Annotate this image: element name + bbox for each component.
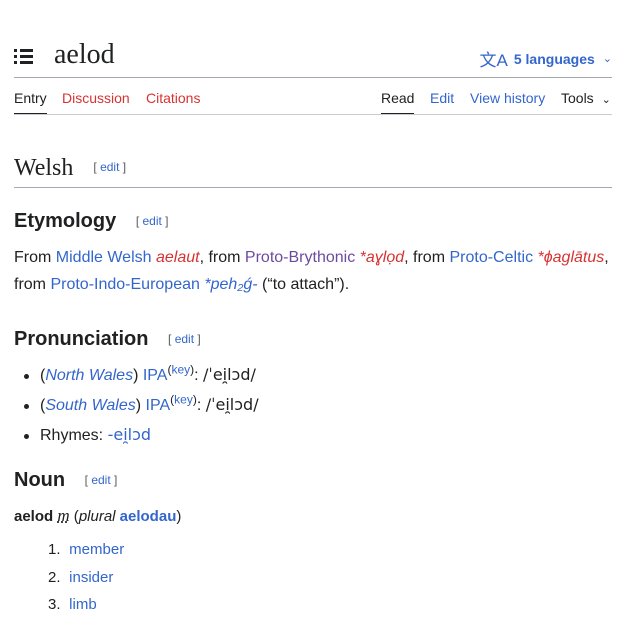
link-proto-indo-european[interactable]: Proto-Indo-European bbox=[50, 276, 199, 293]
sense-link[interactable]: limb bbox=[69, 596, 97, 613]
language-divider bbox=[14, 187, 612, 188]
list-item: 1. member bbox=[48, 541, 125, 558]
chevron-down-icon: ⌄ bbox=[602, 53, 612, 65]
link-middle-welsh[interactable]: Middle Welsh bbox=[56, 249, 152, 266]
headword: aelod bbox=[14, 508, 54, 525]
rhymes-label: Rhymes: bbox=[40, 427, 104, 444]
list-item: 2. insider bbox=[48, 568, 114, 586]
plural-label: plural bbox=[78, 508, 116, 525]
language-heading: Welsh [ edit ] bbox=[14, 153, 126, 182]
pronunciation-list: (North Wales) IPA(key): /ˈei̯lɔd/ (South… bbox=[24, 363, 259, 453]
edit-link[interactable]: edit bbox=[100, 160, 119, 174]
edit-section-noun: [ edit ] bbox=[84, 473, 118, 487]
text: , from bbox=[404, 249, 450, 266]
link-rhymes[interactable]: -ei̯lɔd bbox=[108, 425, 151, 444]
tools-label: Tools bbox=[561, 90, 594, 106]
link-plural[interactable]: aelodau bbox=[120, 508, 177, 525]
link-south-wales[interactable]: South Wales bbox=[45, 397, 135, 414]
term-aelaut[interactable]: aelaut bbox=[156, 249, 200, 266]
term-proto-brythonic[interactable]: *aɣlọd bbox=[360, 249, 405, 266]
link-ipa[interactable]: IPA bbox=[143, 367, 168, 384]
etymology-heading: Etymology [ edit ] bbox=[14, 209, 169, 233]
list-item: (North Wales) IPA(key): /ˈei̯lɔd/ bbox=[24, 363, 259, 393]
tabs-divider bbox=[14, 114, 612, 115]
pronunciation-heading-text: Pronunciation bbox=[14, 328, 149, 350]
headword-line: aelod m (plural aelodau) bbox=[14, 506, 182, 525]
language-selector-button[interactable]: 文A 5 languages ⌄ bbox=[480, 46, 612, 71]
edit-section-welsh: [ edit ] bbox=[93, 160, 127, 174]
gender: m bbox=[57, 506, 70, 525]
tab-view-history[interactable]: View history bbox=[470, 89, 545, 113]
tab-edit[interactable]: Edit bbox=[430, 89, 454, 113]
senses-list: 1. member 2. insider 3. limb bbox=[48, 538, 124, 621]
edit-section-etymology: [ edit ] bbox=[135, 214, 169, 228]
tools-menu[interactable]: Tools ⌄ bbox=[561, 89, 611, 115]
pronunciation-heading: Pronunciation [ edit ] bbox=[14, 327, 201, 351]
link-north-wales[interactable]: North Wales bbox=[45, 367, 133, 384]
link-ipa[interactable]: IPA bbox=[146, 397, 171, 414]
text: from bbox=[14, 276, 51, 293]
term-proto-indo-european[interactable]: *peh₂ǵ- bbox=[204, 276, 257, 293]
translate-icon: 文A bbox=[479, 51, 508, 70]
page-title: aelod bbox=[54, 39, 115, 70]
link-ipa-key[interactable]: key bbox=[174, 393, 193, 407]
text: , bbox=[604, 249, 609, 266]
link-proto-celtic[interactable]: Proto-Celtic bbox=[449, 249, 533, 266]
gloss: (“to attach”). bbox=[257, 276, 350, 293]
link-proto-brythonic[interactable]: Proto-Brythonic bbox=[245, 249, 355, 266]
title-divider bbox=[14, 77, 612, 78]
term-proto-celtic[interactable]: *ɸaglātus bbox=[538, 249, 605, 266]
ipa-transcription: /ˈei̯lɔd/ bbox=[205, 395, 259, 414]
edit-link[interactable]: edit bbox=[175, 332, 194, 346]
link-ipa-key[interactable]: key bbox=[171, 363, 190, 377]
text: , from bbox=[199, 249, 245, 266]
ipa-transcription: /ˈei̯lɔd/ bbox=[203, 365, 256, 384]
text: From bbox=[14, 249, 56, 266]
etymology-heading-text: Etymology bbox=[14, 210, 117, 232]
sense-link[interactable]: member bbox=[69, 541, 124, 558]
tab-citations[interactable]: Citations bbox=[146, 89, 200, 113]
languages-label: 5 languages bbox=[513, 50, 595, 67]
table-of-contents-icon[interactable] bbox=[14, 48, 34, 64]
title-row: aelod 文A 5 languages ⌄ bbox=[14, 38, 612, 76]
edit-link[interactable]: edit bbox=[91, 473, 110, 487]
list-item: (South Wales) IPA(key): /ˈei̯lɔd/ bbox=[24, 393, 259, 423]
list-item: 3. limb bbox=[48, 596, 97, 613]
chevron-down-icon: ⌄ bbox=[601, 94, 611, 106]
noun-heading-text: Noun bbox=[14, 469, 66, 491]
tab-read[interactable]: Read bbox=[381, 89, 415, 115]
tab-discussion[interactable]: Discussion bbox=[62, 89, 130, 113]
edit-section-pronunciation: [ edit ] bbox=[168, 332, 201, 346]
edit-link[interactable]: edit bbox=[142, 214, 161, 228]
tab-entry[interactable]: Entry bbox=[14, 89, 47, 115]
language-heading-text: Welsh bbox=[14, 155, 74, 181]
list-item: Rhymes: -ei̯lɔd bbox=[24, 423, 259, 453]
etymology-text: From Middle Welsh aelaut, from Proto-Bry… bbox=[14, 244, 614, 298]
sense-link[interactable]: insider bbox=[69, 569, 113, 586]
page-tabs: Entry Discussion Citations Read Edit Vie… bbox=[14, 89, 612, 115]
noun-heading: Noun [ edit ] bbox=[14, 468, 117, 492]
